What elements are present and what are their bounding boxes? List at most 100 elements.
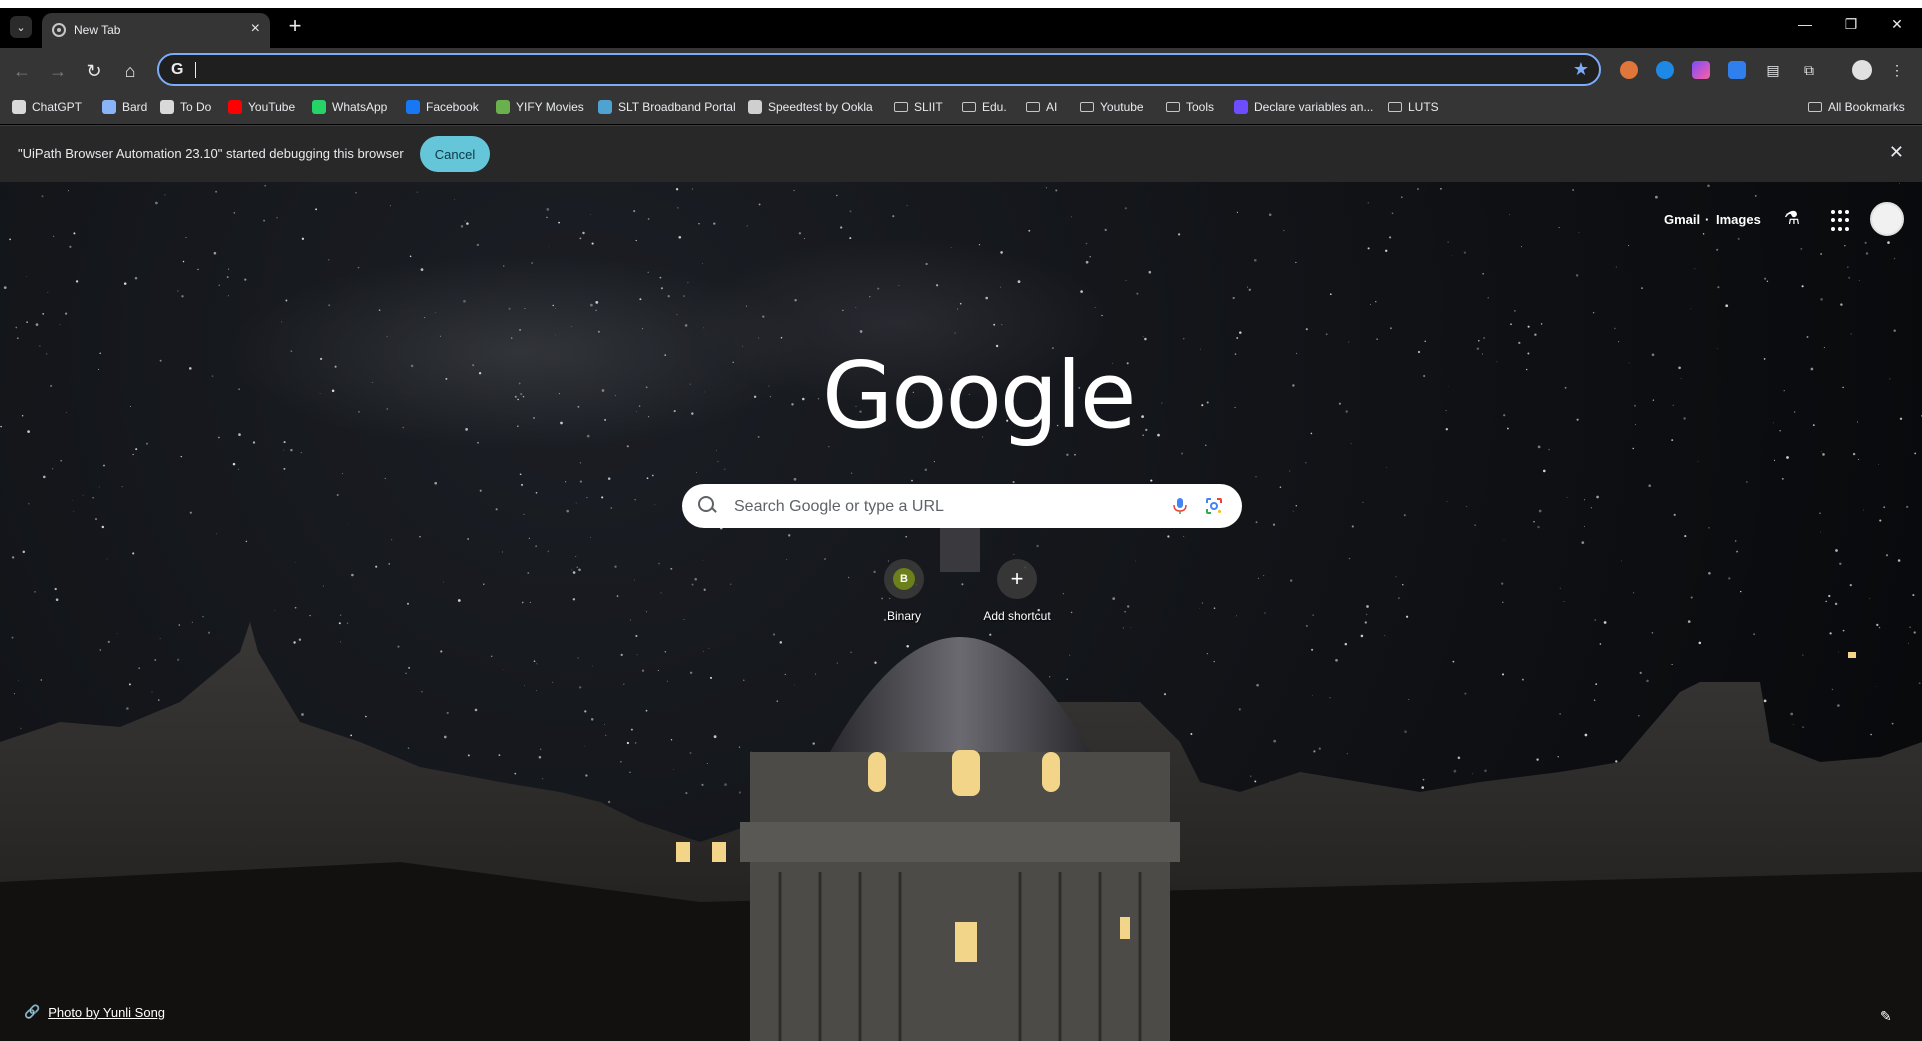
bookmark-item[interactable]: YIFY Movies [496,100,584,114]
photo-attribution: 🔗 Photo by Yunli Song [24,1004,165,1020]
shortcut-label: Binary [886,609,921,623]
attribution-link[interactable]: Photo by Yunli Song [48,1005,165,1020]
bookmark-item[interactable]: Youtube [1080,100,1144,114]
menu-kebab-icon[interactable]: ⋮ [1888,61,1906,79]
bookmark-label: Youtube [1100,100,1144,114]
extensions-puzzle-icon[interactable]: ⧉ [1800,61,1818,79]
bookmark-item[interactable]: AI [1026,100,1057,114]
all-bookmarks[interactable]: All Bookmarks [1808,100,1905,114]
extension-icon-1[interactable] [1620,61,1638,79]
toolbar: ← → ↻ ⌂ G ★ ▤ ⧉ ⋮ [0,48,1922,94]
plus-icon: + [1010,566,1024,591]
google-g-icon: G [171,61,184,78]
bookmark-label: YouTube [248,100,296,114]
bookmark-favicon-icon [228,100,242,114]
google-logo: Google [822,342,1136,449]
bookmark-favicon-icon [12,100,26,114]
bookmark-item[interactable]: To Do [160,100,211,114]
folder-icon [894,102,908,112]
restore-button[interactable]: ❐ [1836,16,1866,33]
document-icon[interactable]: ▤ [1764,61,1782,79]
bookmark-label: YIFY Movies [516,100,584,114]
link-icon: 🔗 [24,1004,41,1019]
close-infobar-icon[interactable]: ✕ [1889,142,1904,163]
bookmark-label: Declare variables an... [1254,100,1374,114]
bookmark-item[interactable]: Declare variables an... [1234,100,1373,114]
bookmark-item[interactable]: SLIIT [894,100,943,114]
extension-icon-4[interactable] [1728,61,1746,79]
separator-dot: · [1705,212,1710,227]
images-link[interactable]: Images [1716,212,1761,227]
bookmark-label: SLT Broadband Portal [618,100,736,114]
window-top-edge [0,0,1922,8]
minimize-button[interactable]: — [1790,16,1820,32]
browser-window: ⌄ New Tab × + — ❐ ✕ ← → ↻ ⌂ G ★ ▤ ⧉ ⋮ Al… [0,8,1922,1041]
extension-icon-3[interactable] [1692,61,1710,79]
shortcut-binary[interactable]: B Binary [856,559,952,623]
folder-icon [1166,102,1180,112]
bookmark-favicon-icon [312,100,326,114]
forward-button[interactable]: → [46,59,70,83]
bookmark-label: To Do [180,100,212,114]
folder-icon [1080,102,1094,112]
tab-search-button[interactable]: ⌄ [10,16,32,38]
folder-icon [962,102,976,112]
home-button[interactable]: ⌂ [118,59,142,83]
address-bar[interactable]: G ★ [157,53,1601,86]
bookmark-label: Bard [122,100,148,114]
extension-icon-2[interactable] [1656,61,1674,79]
bookmark-item[interactable]: Edu. [962,100,1007,114]
chrome-icon [52,23,66,37]
folder-icon [1388,102,1402,112]
bookmark-label: WhatsApp [332,100,388,114]
background-photo [0,183,1922,1041]
add-shortcut-button[interactable]: + Add shortcut [969,559,1065,623]
bookmark-favicon-icon [102,100,116,114]
gmail-link[interactable]: Gmail [1664,212,1700,227]
shortcut-label: Add shortcut [983,609,1051,623]
bookmark-label: Edu. [982,100,1007,114]
new-tab-page: Gmail · Images ⚗ Google Search Google or… [0,182,1922,1041]
close-window-button[interactable]: ✕ [1882,16,1912,33]
bookmark-item[interactable]: Speedtest by Ookla [748,100,873,114]
folder-icon [1026,102,1040,112]
bookmark-favicon-icon [1234,100,1248,114]
labs-flask-icon[interactable]: ⚗ [1781,208,1803,230]
tab-strip: ⌄ New Tab × + — ❐ ✕ [0,8,1922,48]
search-input[interactable] [732,484,1156,530]
bookmark-favicon-icon [496,100,510,114]
folder-icon [1808,102,1822,112]
bookmark-label: Tools [1186,100,1215,114]
bookmark-item[interactable]: LUTS [1388,100,1439,114]
bookmark-label: Facebook [426,100,479,114]
bookmark-item[interactable]: Tools [1166,100,1214,114]
search-box[interactable] [682,484,1242,530]
tab-new-tab[interactable]: New Tab × [42,13,270,48]
google-apps-icon[interactable] [1829,208,1855,234]
reload-button[interactable]: ↻ [82,59,106,83]
profile-avatar[interactable] [1852,60,1872,80]
microphone-icon[interactable] [1170,496,1190,516]
bookmark-item[interactable]: YouTube [228,100,295,114]
account-avatar[interactable] [1870,202,1904,236]
shortcut-tile: B [884,559,924,599]
bookmark-item[interactable]: WhatsApp [312,100,387,114]
bookmark-favicon-icon [598,100,612,114]
bookmark-item[interactable]: Bard [102,100,147,114]
bookmarks-bar: All Bookmarks ChatGPT Bard To Do YouTube Wha… [0,94,1922,124]
customize-pencil-icon[interactable]: ✎ [1880,1008,1892,1025]
back-button[interactable]: ← [10,59,34,83]
new-tab-button[interactable]: + [284,15,306,37]
shortcut-favicon: B [893,568,915,590]
bookmark-item[interactable]: Facebook [406,100,479,114]
close-tab-icon[interactable]: × [251,20,260,38]
bookmark-favicon-icon [160,100,174,114]
bookmark-star-icon[interactable]: ★ [1573,59,1589,80]
google-lens-icon[interactable] [1204,496,1224,516]
text-cursor [195,62,196,78]
bookmark-item[interactable]: ChatGPT [12,100,82,114]
bookmark-favicon-icon [406,100,420,114]
bookmark-item[interactable]: SLT Broadband Portal [598,100,736,114]
chevron-down-icon: ⌄ [16,21,26,34]
cancel-button[interactable]: Cancel [420,136,490,172]
